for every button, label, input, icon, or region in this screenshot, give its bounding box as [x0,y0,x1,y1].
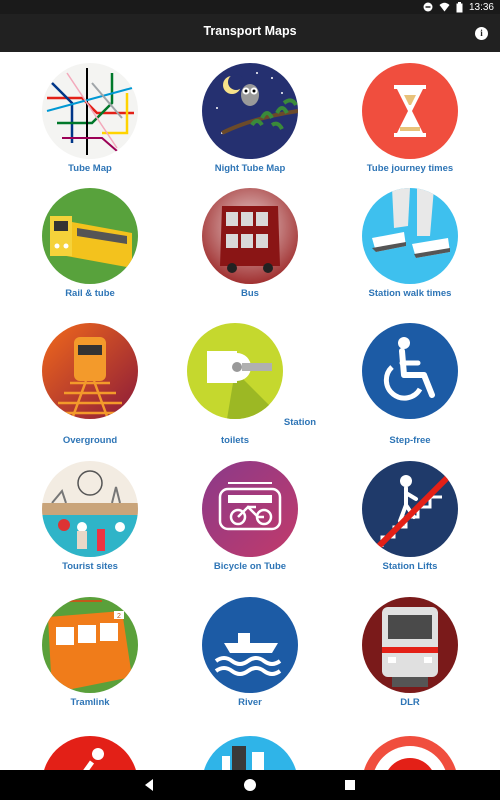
tile-tourist-sites[interactable]: Tourist sites [10,461,170,576]
info-icon: i [480,28,483,38]
tile-partial-1[interactable] [10,736,170,770]
target-icon [364,736,456,770]
tile-label: Station walk times [368,288,452,299]
tile-label: Bicycle on Tube [213,561,287,572]
cycling-icon [44,736,136,770]
tile-label: Tube Map [68,163,112,174]
boat-icon [202,597,298,693]
bus-icon [202,188,298,284]
do-not-disturb-icon [423,2,433,12]
tram-number: 2 [117,613,121,620]
back-icon[interactable] [141,777,157,793]
bicycle-train-icon [202,461,298,557]
battery-icon [456,1,463,12]
page-title: Transport Maps [203,24,297,38]
walking-feet-icon [362,188,458,284]
tile-tramlink[interactable]: 2 Tramlink [10,597,170,712]
tile-label: DLR [400,697,420,708]
tile-label: River [238,697,262,708]
hourglass-icon [362,63,458,159]
tile-label: Overground [62,435,118,446]
tile-station-toilets[interactable]: Station toilets [155,323,316,446]
tourist-sites-icon [42,461,138,557]
no-stairs-icon [362,461,458,557]
tile-label: Tramlink [70,697,110,708]
tile-bus[interactable]: Bus [170,188,330,303]
tile-dlr[interactable]: DLR [330,597,490,712]
buildings-icon [204,736,296,770]
tile-label-line2: toilets [221,435,249,446]
tile-station-lifts[interactable]: Station Lifts [330,461,490,576]
tile-label: Station Lifts [382,561,438,572]
status-bar: 13:36 [0,0,500,14]
tram-icon: 2 [42,597,138,693]
tile-tube-map[interactable]: Tube Map [10,63,170,178]
tile-label: Bus [241,288,259,299]
tile-overground[interactable]: Overground [10,323,170,446]
info-button[interactable]: i [475,27,488,40]
tile-station-walk-times[interactable]: Station walk times [330,188,490,303]
train-icon [42,188,138,284]
tile-rail-and-tube[interactable]: Rail & tube [10,188,170,303]
overground-train-icon [42,323,138,419]
map-grid: Tube Map Night Tube Map Tube journey tim… [0,52,500,770]
toilet-roll-icon [187,323,283,419]
tile-label: Tube journey times [366,163,454,174]
status-icons: 13:36 [423,1,494,13]
wifi-icon [439,2,450,12]
dlr-train-icon [362,597,458,693]
tile-tube-journey-times[interactable]: Tube journey times [330,63,490,178]
tile-label: Rail & tube [65,288,115,299]
tile-night-tube-map[interactable]: Night Tube Map [170,63,330,178]
night-owl-icon [202,63,298,159]
tube-map-icon [42,63,138,159]
recents-icon[interactable] [342,777,358,793]
tile-partial-3[interactable] [330,736,490,770]
home-icon[interactable] [242,777,258,793]
tile-step-free[interactable]: Step-free [330,323,490,446]
wheelchair-icon [362,323,458,419]
status-time: 13:36 [468,1,494,13]
navigation-bar [0,770,500,800]
tile-partial-2[interactable] [170,736,330,770]
tile-river[interactable]: River [170,597,330,712]
tile-bicycle-on-tube[interactable]: Bicycle on Tube [170,461,330,576]
tile-label: Night Tube Map [214,163,286,174]
tile-label: Tourist sites [62,561,118,572]
tile-label: Step-free [389,435,431,446]
app-bar: Transport Maps i [0,14,500,52]
